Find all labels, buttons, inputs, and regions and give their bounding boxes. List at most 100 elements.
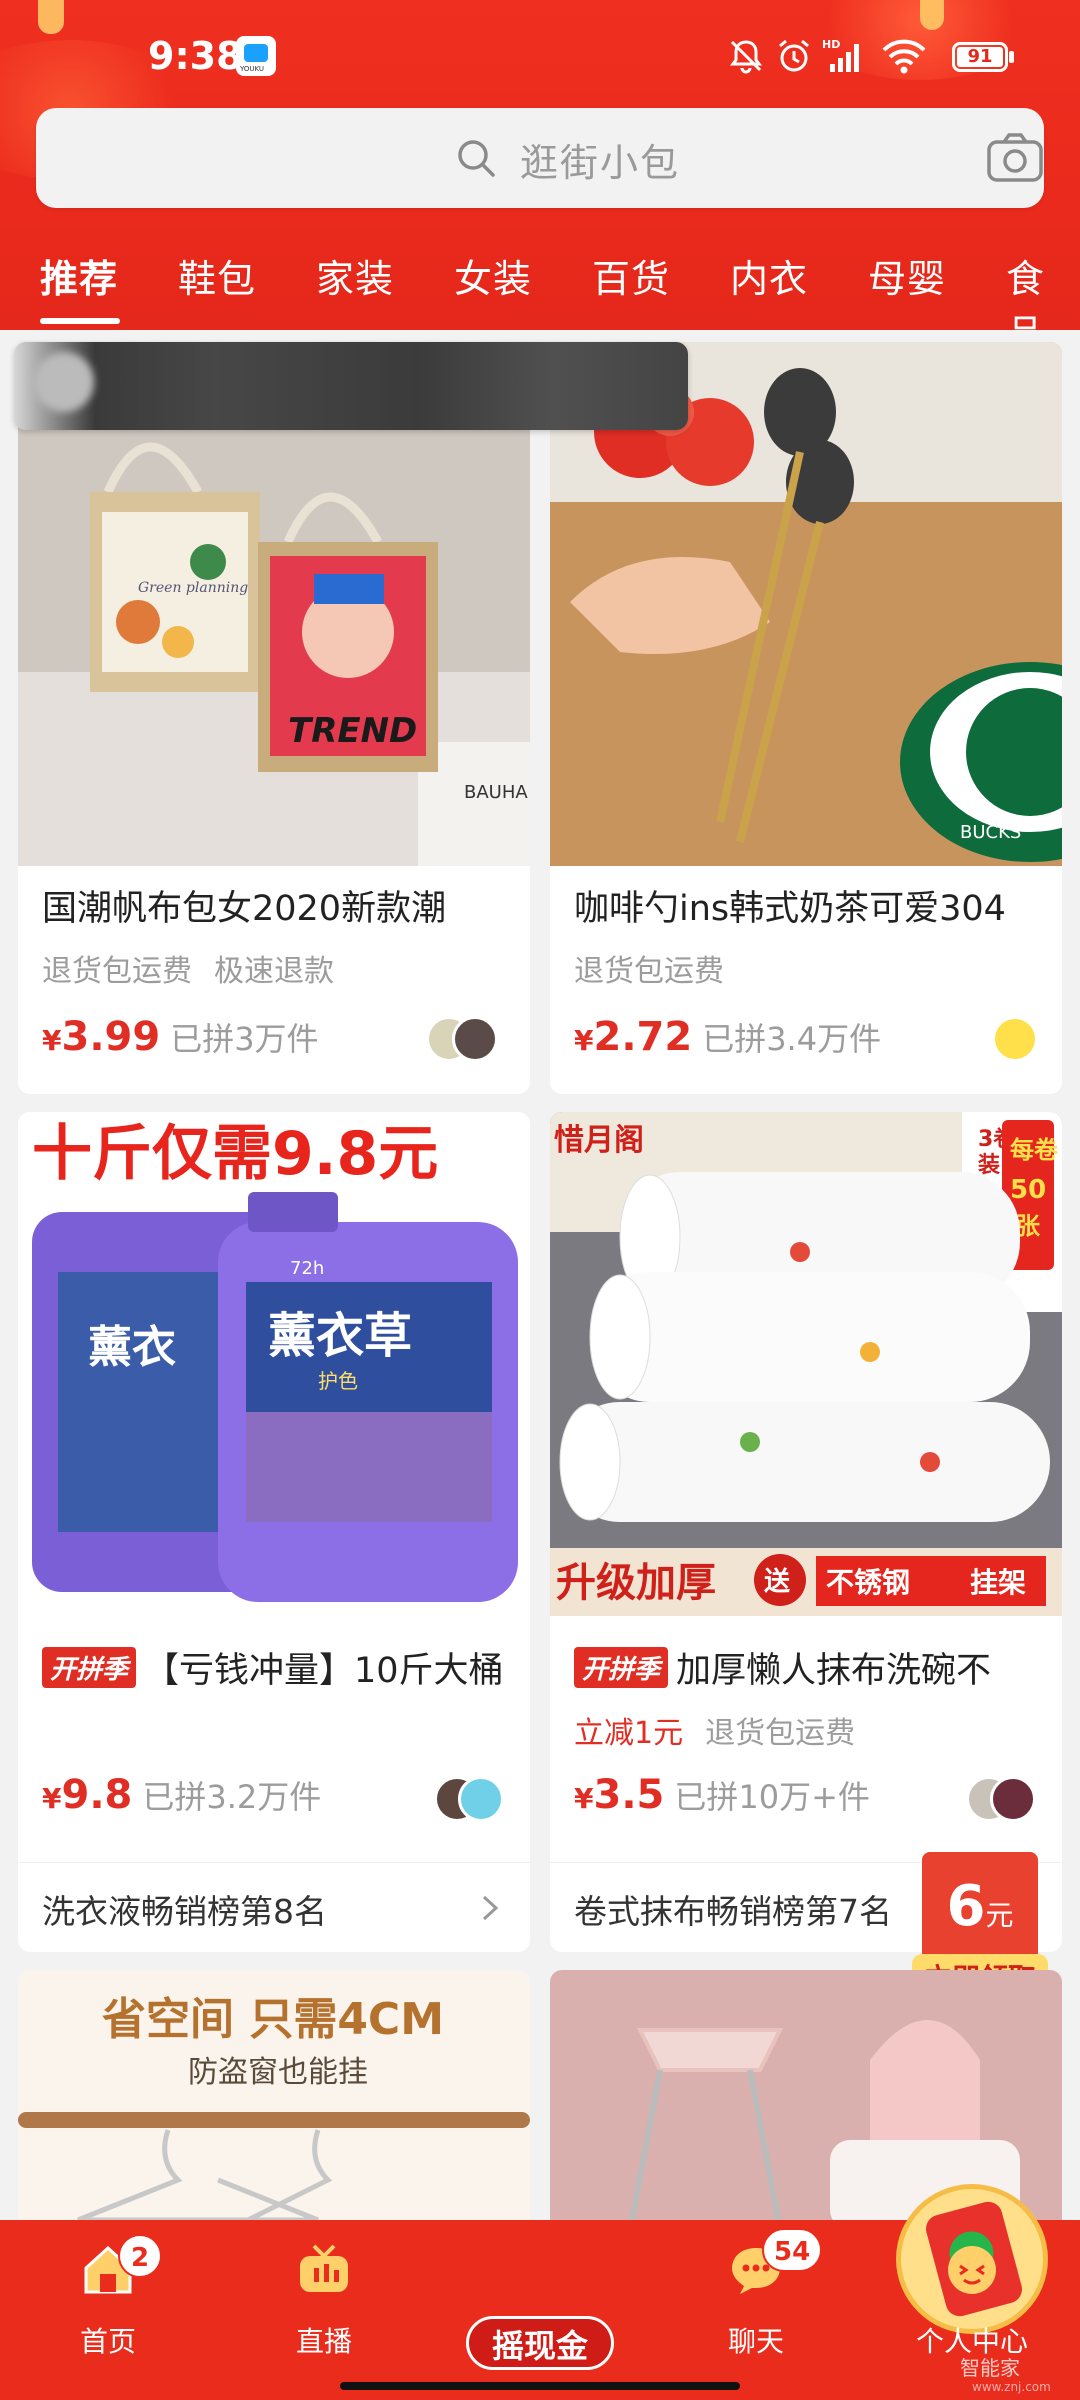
svg-text:72h: 72h	[290, 1258, 324, 1279]
tab-recommend[interactable]: 推荐	[40, 248, 118, 303]
active-tab-indicator	[40, 318, 120, 324]
svg-text:每卷: 每卷	[1010, 1136, 1059, 1164]
ranking-text: 洗衣液畅销榜第8名	[42, 1892, 327, 1931]
svg-text:不锈钢: 不锈钢	[826, 1566, 910, 1599]
nav-label: 直播	[295, 2325, 352, 2358]
svg-text:防盗窗也能挂: 防盗窗也能挂	[188, 2055, 368, 2090]
svg-text:十斤仅需9.8元: 十斤仅需9.8元	[32, 1119, 438, 1189]
promo-badge: 开拼季	[42, 1647, 137, 1688]
watermark-url: www.znj.com	[972, 2380, 1051, 2394]
search-icon	[458, 140, 495, 177]
buyer-avatars	[992, 1016, 1038, 1062]
notification-badge: 54	[762, 2228, 823, 2272]
buyer-avatars	[434, 1776, 506, 1822]
product-title: 咖啡勺ins韩式奶茶可爱304	[574, 889, 1006, 929]
svg-text:护色: 护色	[318, 1369, 358, 1393]
product-title: 国潮帆布包女2020新款潮	[42, 889, 447, 929]
svg-text:省空间 只需4CM: 省空间 只需4CM	[102, 1994, 444, 2045]
price: 2.72	[593, 1014, 693, 1060]
nav-home[interactable]: 2 首页	[0, 2220, 216, 2400]
svg-text:升级加厚: 升级加厚	[556, 1560, 716, 1606]
nav-shake-cash[interactable]: 摇现金	[432, 2184, 1048, 2400]
price: 3.99	[61, 1014, 161, 1060]
svg-text:装: 装	[978, 1153, 1000, 1178]
service-tags: 立减1元 退货包运费	[574, 1716, 856, 1751]
avatar	[992, 1016, 1038, 1062]
promo-badge: 开拼季	[574, 1647, 669, 1688]
smiley-face-icon	[948, 2246, 996, 2294]
sold-count: 已拼3.2万件	[142, 1778, 322, 1816]
header: 9:38 YOUKU HD 91 逛街小包 推荐 鞋包 家装 女装 百货 内衣 …	[0, 0, 1080, 330]
svg-text:惜月阁: 惜月阁	[554, 1123, 644, 1158]
price-row: ¥2.72 已拼3.4万件	[574, 1014, 882, 1060]
tab-underwear[interactable]: 内衣	[730, 248, 808, 303]
price-row: ¥3.99 已拼3万件	[42, 1014, 319, 1060]
signal-icon: HD	[822, 38, 859, 72]
product-image: 省空间 只需4CM 防盗窗也能挂	[18, 1970, 530, 2230]
svg-text:送: 送	[764, 1567, 790, 1597]
sold-count: 已拼3万件	[170, 1020, 319, 1058]
avatar	[452, 1016, 498, 1062]
status-time: 9:38	[148, 34, 243, 78]
youku-app-icon: YOUKU	[236, 36, 276, 76]
price: 3.5	[593, 1772, 665, 1818]
buyer-avatars	[426, 1016, 506, 1062]
nav-live[interactable]: 直播	[216, 2220, 432, 2400]
camera-icon[interactable]	[986, 132, 1044, 184]
search-bar[interactable]: 逛街小包	[36, 108, 1044, 208]
svg-text:Green planning: Green planning	[138, 580, 248, 596]
tab-women[interactable]: 女装	[454, 248, 532, 303]
product-title: 开拼季 加厚懒人抹布洗碗不	[574, 1642, 1044, 1693]
price-row: ¥9.8 已拼3.2万件	[42, 1772, 322, 1818]
chevron-right-icon	[482, 1895, 499, 1921]
price: 9.8	[61, 1772, 133, 1818]
product-image: 惜月阁 3卷 装 每卷 50 张 升级加厚 送 不锈钢 挂架	[550, 1112, 1062, 1616]
svg-text:HD: HD	[822, 38, 840, 51]
product-card[interactable]: 十斤仅需9.8元 薰衣 72h 薰衣草 护色 开拼季 【亏钱冲量】10斤大桶 ¥9…	[18, 1112, 530, 1952]
notification-badge: 2	[118, 2234, 162, 2278]
tab-food[interactable]: 食品	[1006, 248, 1080, 330]
category-tabs: 推荐 鞋包 家装 女装 百货 内衣 母婴 食品	[0, 230, 1080, 330]
svg-text:挂架: 挂架	[970, 1566, 1026, 1599]
search-placeholder: 逛街小包	[520, 141, 681, 185]
nav-label: 首页	[79, 2325, 136, 2358]
buyer-avatars	[966, 1776, 1038, 1822]
price-row: ¥3.5 已拼10万+件	[574, 1772, 870, 1818]
product-image: 十斤仅需9.8元 薰衣 72h 薰衣草 护色	[18, 1112, 530, 1616]
live-tv-icon	[300, 2244, 348, 2292]
product-title: 开拼季 【亏钱冲量】10斤大桶	[42, 1642, 512, 1693]
svg-text:BUCKS: BUCKS	[960, 822, 1021, 843]
mute-bell-icon	[730, 40, 762, 74]
watermark: 智能家	[960, 2356, 1020, 2380]
product-card[interactable]: BUCKS 咖啡勺ins韩式奶茶可爱304 退货包运费 ¥2.72 已拼3.4万件	[550, 342, 1062, 1094]
service-tags: 退货包运费 极速退款	[42, 954, 334, 989]
service-tags: 退货包运费	[574, 954, 724, 989]
alarm-icon	[779, 39, 809, 72]
ranking-row[interactable]: 洗衣液畅销榜第8名	[18, 1862, 530, 1952]
sold-count: 已拼3.4万件	[702, 1020, 882, 1058]
tab-home-decor[interactable]: 家装	[316, 248, 394, 303]
battery-icon: 91	[952, 42, 1014, 72]
nav-label: 聊天	[727, 2325, 784, 2358]
tab-general[interactable]: 百货	[592, 248, 670, 303]
tab-baby[interactable]: 母婴	[868, 248, 946, 303]
ranking-text: 卷式抹布畅销榜第7名	[574, 1892, 892, 1931]
svg-text:薰衣草: 薰衣草	[268, 1308, 412, 1364]
nav-label: 摇现金	[466, 2316, 614, 2370]
sold-count: 已拼10万+件	[674, 1778, 870, 1816]
blurred-notification-banner	[14, 342, 688, 430]
svg-text:50: 50	[1010, 1175, 1046, 1205]
avatar	[990, 1776, 1036, 1822]
product-card[interactable]: 惜月阁 3卷 装 每卷 50 张 升级加厚 送 不锈钢 挂架 开拼季 加厚懒人抹布	[550, 1112, 1062, 1952]
product-card[interactable]: 省空间 只需4CM 防盗窗也能挂	[18, 1970, 530, 2230]
svg-text:薰衣: 薰衣	[88, 1322, 176, 1373]
svg-text:BAUHA: BAUHA	[464, 782, 528, 803]
status-bar: 9:38 YOUKU HD 91	[0, 0, 1080, 110]
tab-shoes-bags[interactable]: 鞋包	[178, 248, 256, 303]
bottom-navigation: 2 首页 直播 摇现金 54 聊天 个人中心	[0, 2184, 1080, 2400]
product-card[interactable]: BAUHA Green planning TREND 国潮帆布包女2020新款潮…	[18, 342, 530, 1094]
coupon-value: 6元	[922, 1852, 1038, 1962]
wifi-icon	[882, 39, 926, 74]
nav-chat[interactable]: 54 聊天	[648, 2220, 864, 2400]
gesture-home-bar[interactable]	[340, 2382, 740, 2390]
